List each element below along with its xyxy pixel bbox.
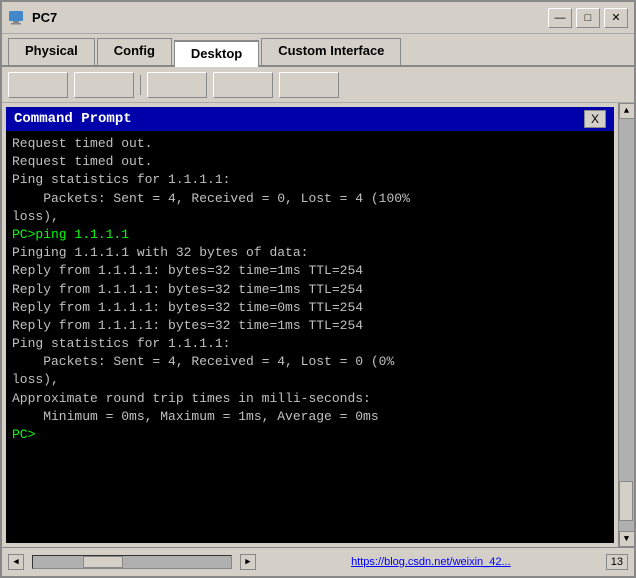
scroll-track[interactable]	[619, 119, 634, 531]
scroll-left-button[interactable]: ◀	[8, 554, 24, 570]
cmd-line: Approximate round trip times in milli-se…	[12, 390, 608, 408]
cmd-line: loss),	[12, 371, 608, 389]
cmd-titlebar: Command Prompt X	[6, 107, 614, 131]
cmd-content[interactable]: Request timed out.Request timed out.Ping…	[6, 131, 614, 539]
tab-physical[interactable]: Physical	[8, 38, 95, 65]
tab-desktop[interactable]: Desktop	[174, 40, 259, 67]
window-title: PC7	[32, 10, 57, 25]
cmd-title: Command Prompt	[14, 111, 132, 127]
scroll-up-button[interactable]: ▲	[619, 103, 635, 119]
bottom-scroll-thumb[interactable]	[83, 556, 123, 568]
minimize-button[interactable]: —	[548, 8, 572, 28]
toolbar-btn-4[interactable]	[213, 72, 273, 98]
cmd-line: Packets: Sent = 4, Received = 4, Lost = …	[12, 353, 608, 371]
status-left: ◀ ▶	[8, 554, 256, 570]
cmd-line: Ping statistics for 1.1.1.1:	[12, 171, 608, 189]
cmd-line: Reply from 1.1.1.1: bytes=32 time=1ms TT…	[12, 262, 608, 280]
right-scrollbar: ▲ ▼	[618, 103, 634, 547]
cmd-line: Request timed out.	[12, 135, 608, 153]
cmd-line: Pinging 1.1.1.1 with 32 bytes of data:	[12, 244, 608, 262]
tab-config[interactable]: Config	[97, 38, 172, 65]
maximize-button[interactable]: □	[576, 8, 600, 28]
cmd-line: Reply from 1.1.1.1: bytes=32 time=1ms TT…	[12, 317, 608, 335]
cmd-line: Reply from 1.1.1.1: bytes=32 time=1ms TT…	[12, 281, 608, 299]
main-area: Command Prompt X Request timed out.Reque…	[2, 103, 634, 547]
toolbar-btn-3[interactable]	[147, 72, 207, 98]
scroll-thumb[interactable]	[619, 481, 633, 521]
cmd-line: Packets: Sent = 4, Received = 0, Lost = …	[12, 190, 608, 208]
cmd-line: Request timed out.	[12, 153, 608, 171]
cmd-line: Reply from 1.1.1.1: bytes=32 time=0ms TT…	[12, 299, 608, 317]
toolbar-btn-5[interactable]	[279, 72, 339, 98]
status-bar: ◀ ▶ https://blog.csdn.net/weixin_42... 1…	[2, 547, 634, 575]
close-button[interactable]: ✕	[604, 8, 628, 28]
tab-bar: Physical Config Desktop Custom Interface	[2, 34, 634, 67]
scroll-right-button[interactable]: ▶	[240, 554, 256, 570]
tab-custom-interface[interactable]: Custom Interface	[261, 38, 401, 65]
status-page: 13	[606, 554, 628, 570]
pc-icon	[8, 9, 26, 27]
title-bar: PC7 — □ ✕	[2, 2, 634, 34]
cmd-line: PC>	[12, 426, 608, 444]
title-bar-left: PC7	[8, 9, 57, 27]
scroll-down-button[interactable]: ▼	[619, 531, 635, 547]
cmd-close-button[interactable]: X	[584, 110, 606, 128]
toolbar-btn-1[interactable]	[8, 72, 68, 98]
bottom-scroll-track[interactable]	[32, 555, 232, 569]
cmd-inner: Command Prompt X Request timed out.Reque…	[6, 107, 614, 543]
inner-toolbar	[2, 67, 634, 103]
toolbar-separator	[140, 75, 141, 95]
cmd-line: loss),	[12, 208, 608, 226]
cmd-line: PC>ping 1.1.1.1	[12, 226, 608, 244]
toolbar-btn-2[interactable]	[74, 72, 134, 98]
cmd-line: Ping statistics for 1.1.1.1:	[12, 335, 608, 353]
status-url[interactable]: https://blog.csdn.net/weixin_42...	[351, 556, 511, 568]
cmd-window: Command Prompt X Request timed out.Reque…	[2, 103, 618, 547]
cmd-line: Minimum = 0ms, Maximum = 1ms, Average = …	[12, 408, 608, 426]
title-controls: — □ ✕	[548, 8, 628, 28]
